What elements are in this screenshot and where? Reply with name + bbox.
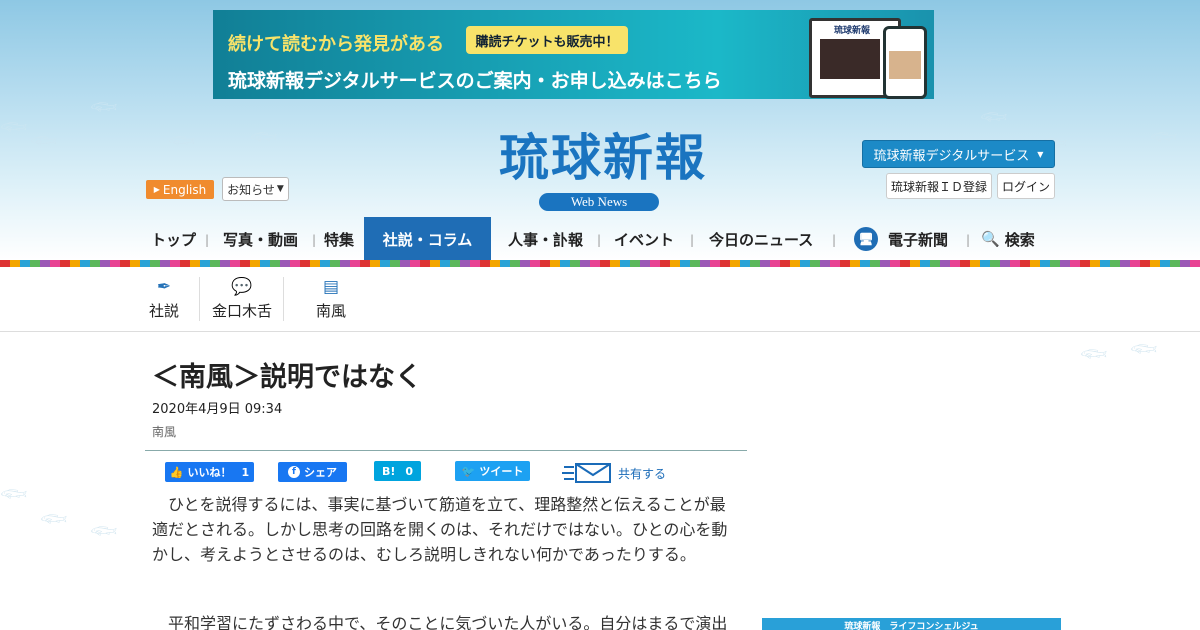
article-paragraph: ひとを説得するには、事実に基づいて筋道を立て、理路整然と伝えることが最適だとされ… [152,495,728,564]
fish-decoration-icon: 𓆟 [0,115,28,139]
nav-item-top[interactable]: トップ [151,217,196,261]
twitter-bird-icon: 🐦 [461,464,476,478]
subnav-item-label: 南風 [315,301,346,320]
speech-bubble-icon: 💬 [231,276,253,297]
nav-item-editorial-column[interactable]: 社説・コラム [364,217,491,261]
hatena-label: B! [381,464,396,478]
notice-dropdown[interactable]: お知らせ ▼ [222,177,289,201]
fish-decoration-icon: 𓆟 [250,125,278,149]
life-concierge-banner[interactable]: 琉球新報 ライフコンシェルジュ [762,618,1061,630]
banner-service-text: 琉球新報デジタルサービスのご案内・お申し込みはこちら [228,70,722,92]
banner-phone-screen [889,51,921,79]
subnav-item-nanpu[interactable]: ▤ 南風 [315,267,347,331]
article-date: 2020年4月9日 09:34 [152,402,283,417]
like-label: いいね！ [187,466,232,479]
site-logo-subtitle: Web News [539,193,659,211]
envelope-icon [562,463,611,483]
monitor-icon: 🖥 [854,227,878,251]
search-icon: 🔍 [981,230,1000,248]
digital-service-dropdown[interactable]: 琉球新報デジタルサービス ▼ [862,140,1055,168]
nav-item-search-label: 検索 [1004,230,1035,249]
id-register-button[interactable]: 琉球新報ＩＤ登録 [886,173,992,199]
facebook-like-button[interactable]: 👍 いいね！ 1 [165,462,254,482]
article-title: ＜南風＞説明ではなく [152,362,422,393]
nav-item-feature[interactable]: 特集 [324,217,354,261]
digital-service-banner[interactable]: 続けて読むから発見がある 購読チケットも販売中！ 琉球新報デジタルサービスのご案… [213,10,934,99]
fish-decoration-icon: 𓆟 [90,519,118,543]
nav-item-personnel-obituary[interactable]: 人事・訃報 [508,217,583,261]
subnav-divider [283,277,284,321]
comment-icon: ▤ [322,276,340,297]
article-category[interactable]: 南風 [152,423,176,440]
nav-item-digital-paper-label: 電子新聞 [888,230,949,249]
decorative-pattern-strip [0,260,1200,267]
fish-decoration-icon: 𓆟 [30,129,58,153]
nav-separator: | [597,233,602,247]
fish-decoration-icon: 𓆟 [1080,342,1108,366]
subnav-item-label: 社説 [148,301,179,320]
fish-decoration-icon: 𓆟 [980,105,1008,129]
pen-icon: ✒ [156,276,172,297]
subnav-divider [199,277,200,321]
subnav-item-label: 金口木舌 [211,301,272,320]
article-divider [145,450,747,451]
article-paragraph: 平和学習にたずさわる中で、そのことに気づいた人がいる。自分はまるで演出 [168,614,728,630]
nav-separator: | [832,233,837,247]
facebook-icon: f [288,466,300,478]
caret-right-icon: ▶ [153,185,160,194]
english-label: English [162,182,207,197]
banner-device-screen [820,39,880,79]
caret-down-icon: ▼ [276,184,284,194]
nav-item-search[interactable]: 🔍 検索 [981,217,1035,261]
fish-decoration-icon: 𓆟 [1150,125,1178,149]
thumbs-up-icon: 👍 [169,465,184,479]
digital-service-label: 琉球新報デジタルサービス [873,148,1030,164]
hatena-bookmark-button[interactable]: B! 0 [374,461,421,481]
nav-item-digital-paper[interactable]: 🖥 電子新聞 [854,217,948,261]
share-mail-button[interactable]: 共有する [562,461,672,485]
fish-decoration-icon: 𓆟 [1130,337,1158,361]
nav-separator: | [690,233,695,247]
tweet-button[interactable]: 🐦 ツイート [455,461,530,481]
share-label: 共有する [618,466,667,481]
nav-item-event[interactable]: イベント [614,217,674,261]
fish-decoration-icon: 𓆟 [90,95,118,119]
subnav-item-kinkuchi[interactable]: 💬 金口木舌 [210,267,274,331]
nav-item-today-news[interactable]: 今日のニュース [709,217,813,261]
tweet-label: ツイート [479,465,524,478]
nav-separator: | [205,233,210,247]
english-button[interactable]: ▶ English [146,180,214,199]
banner-tagline: 続けて読むから発見がある [228,34,444,55]
banner-device-masthead: 琉球新報 [834,26,871,36]
fb-share-label: シェア [304,466,337,479]
hatena-count: 0 [405,464,414,478]
fish-decoration-icon: 𓆟 [40,507,68,531]
like-count: 1 [241,465,250,479]
column-subnav: ✒ 社説 💬 金口木舌 ▤ 南風 [0,267,1200,332]
login-button[interactable]: ログイン [997,173,1055,199]
fish-decoration-icon: 𓆟 [0,482,28,506]
site-logo[interactable]: 琉球新報 [453,128,753,188]
caret-down-icon: ▼ [1037,149,1044,159]
notice-label: お知らせ [227,182,275,197]
banner-ticket-badge: 購読チケットも販売中！ [466,26,628,54]
nav-separator: | [312,233,317,247]
facebook-share-button[interactable]: f シェア [278,462,347,482]
fish-decoration-icon: 𓆟 [168,129,196,153]
banner-phone-image [883,26,927,99]
subnav-item-editorial[interactable]: ✒ 社説 [148,267,180,331]
nav-separator: | [966,233,971,247]
main-nav: トップ | 写真・動画 | 特集 社説・コラム 人事・訃報 | イベント | 今… [0,217,1200,261]
nav-item-photo-video[interactable]: 写真・動画 [223,217,298,261]
